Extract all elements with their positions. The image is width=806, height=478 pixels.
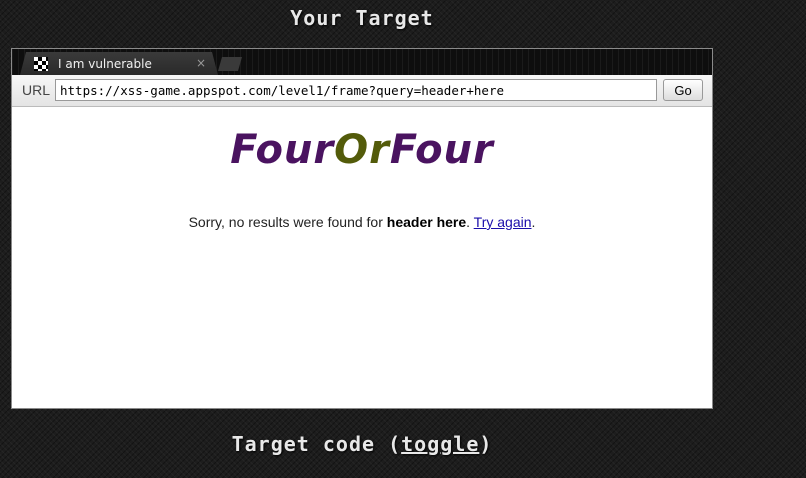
page-title: Your Target [290, 6, 434, 30]
browser-frame: I am vulnerable × URL Go FourOrFour Sorr… [11, 48, 713, 409]
browser-tab[interactable]: I am vulnerable × [20, 52, 218, 75]
code-heading-prefix: Target code ( [231, 432, 402, 456]
url-bar: URL Go [12, 75, 712, 107]
new-tab-button[interactable] [218, 57, 242, 71]
go-button[interactable]: Go [663, 79, 703, 101]
search-result-message: Sorry, no results were found for header … [12, 214, 712, 230]
message-suffix: . [531, 214, 536, 230]
toggle-code-link[interactable]: toggle [401, 432, 479, 456]
favicon-icon [34, 56, 48, 71]
logo-part-or: Or [334, 127, 390, 173]
try-again-link[interactable]: Try again [474, 214, 532, 230]
message-prefix: Sorry, no results were found for [188, 214, 387, 230]
page-content: FourOrFour Sorry, no results were found … [12, 107, 712, 408]
message-mid: . [466, 214, 474, 230]
tab-title: I am vulnerable [58, 56, 152, 71]
search-query: header here [386, 214, 467, 230]
logo-part-four: Four [230, 127, 335, 173]
target-code-heading: Target code (toggle) [0, 432, 724, 456]
site-logo: FourOrFour [12, 127, 712, 173]
url-label: URL [22, 82, 51, 98]
close-tab-icon[interactable]: × [196, 56, 206, 70]
tab-strip: I am vulnerable × [12, 49, 712, 75]
url-input[interactable] [55, 79, 657, 101]
logo-part-four-2: Four [389, 127, 494, 173]
code-heading-suffix: ) [479, 432, 493, 456]
